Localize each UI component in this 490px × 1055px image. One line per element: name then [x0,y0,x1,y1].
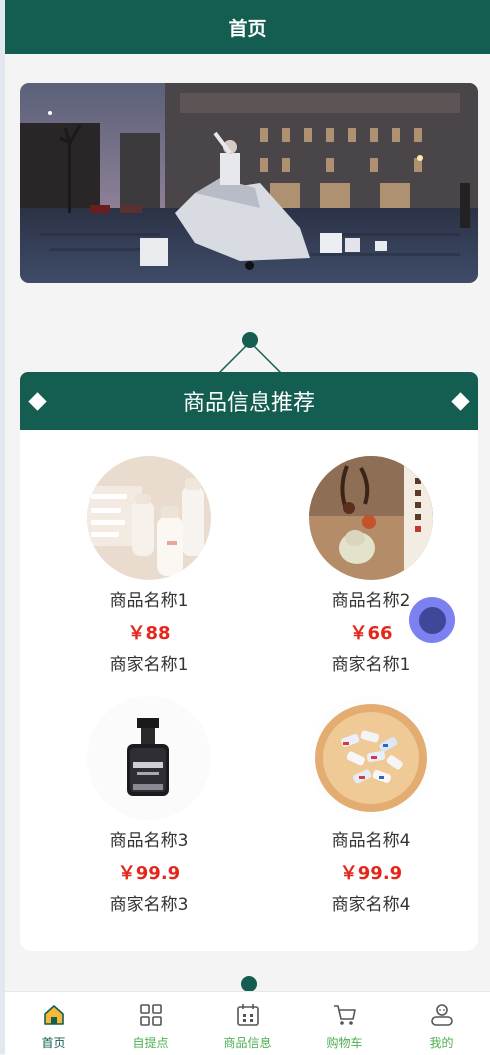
product-card-4[interactable]: 商品名称4 ￥99.9 商家名称4 [271,696,471,916]
tab-mine[interactable]: 我的 [393,992,490,1055]
product-card-3[interactable]: 商品名称3 ￥99.9 商家名称3 [49,696,249,916]
section-connector-icon [241,976,257,992]
product-card-2[interactable]: 商品名称2 ￥66 商家名称1 [271,456,471,676]
floating-action-button[interactable] [409,597,455,643]
product-grid: 商品名称1 ￥88 商家名称1 商品名称2 ￥66 商家名称1 商品名称3 ￥9… [20,430,478,951]
product-name: 商品名称3 [109,831,189,851]
tab-label: 自提点 [132,1036,169,1050]
section-connector-icon [216,332,284,375]
tab-label: 我的 [429,1036,454,1050]
home-icon [43,1005,64,1025]
tab-product-info[interactable]: 商品信息 [199,992,296,1055]
page-title: 首页 [228,17,267,40]
product-name: 商品名称4 [331,831,411,851]
tab-label: 首页 [41,1036,66,1050]
tab-label: 商品信息 [223,1036,272,1050]
section-header: 商品信息推荐 [20,372,478,430]
merchant-name: 商家名称3 [109,895,189,915]
app-header: 首页 [5,0,490,54]
tab-pickup-point[interactable]: 自提点 [102,992,199,1055]
tab-cart[interactable]: 购物车 [296,992,393,1055]
product-image [309,456,433,580]
product-price: ￥88 [127,623,171,644]
circle-icon [418,606,446,634]
user-icon [430,1004,453,1026]
product-price: ￥99.9 [117,863,181,884]
section-title: 商品信息推荐 [182,391,315,416]
product-image [87,456,211,580]
merchant-name: 商家名称4 [331,895,411,915]
left-edge [0,0,5,1054]
calendar-icon [236,1004,259,1026]
product-image [309,696,433,820]
carousel-indicator[interactable] [245,261,254,270]
banner-carousel[interactable] [20,83,478,283]
bottom-tab-bar: 首页 自提点 商品信息 购物车 我的 [5,991,490,1055]
product-price: ￥99.9 [339,863,403,884]
cart-icon [333,1005,356,1025]
product-card-1[interactable]: 商品名称1 ￥88 商家名称1 [49,456,249,676]
banner-image [20,83,478,283]
diamond-icon [28,392,47,411]
product-image [87,696,211,820]
tab-label: 购物车 [326,1036,363,1050]
grid-icon [139,1004,162,1026]
merchant-name: 商家名称1 [109,655,189,675]
product-name: 商品名称1 [109,591,189,611]
merchant-name: 商家名称1 [331,655,411,675]
diamond-icon [451,392,470,411]
tab-home[interactable]: 首页 [5,992,102,1055]
